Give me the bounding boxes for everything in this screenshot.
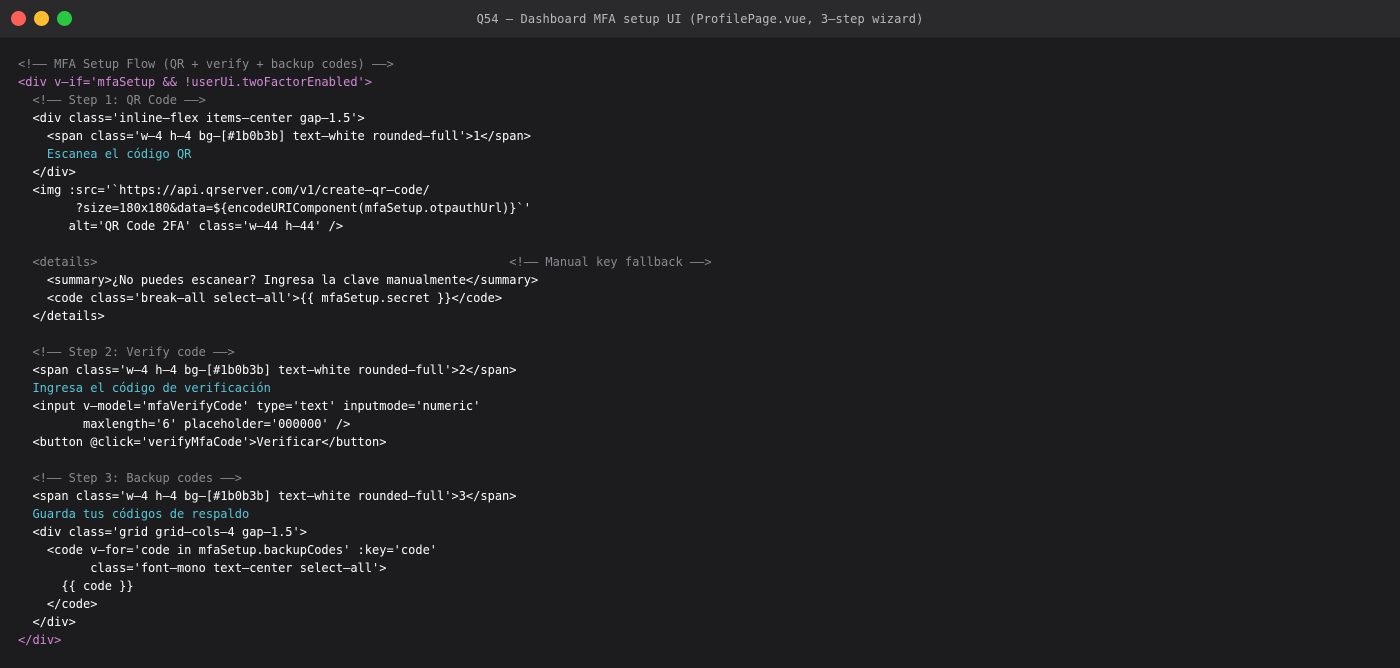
code-line: <div class='inline—flex items—center gap… <box>18 111 365 125</box>
code-line: class='font—mono text—center select—all'… <box>18 561 387 575</box>
code-line: <button @click='verifyMfaCode'>Verificar… <box>18 435 387 449</box>
code-line: <code v—for='code in mfaSetup.backupCode… <box>18 543 438 557</box>
code-line: <div class='grid grid—cols—4 gap—1.5'> <box>18 525 307 539</box>
code-line: </div> <box>18 615 76 629</box>
code-editor[interactable]: <!—— MFA Setup Flow (QR + verify + backu… <box>18 55 712 649</box>
code-line: <code class='break—all select—all'>{{ mf… <box>18 291 503 305</box>
code-line: <summary>¿No puedes escanear? Ingresa la… <box>18 273 539 287</box>
code-line: <details> <!—— Manual key fallback ——> <box>18 255 712 269</box>
code-line: <input v—model='mfaVerifyCode' type='tex… <box>18 399 481 413</box>
code-line: </details> <box>18 309 105 323</box>
code-line: </div> <box>18 165 76 179</box>
code-line: ?size=180x180&data=${encodeURIComponent(… <box>18 201 531 215</box>
code-line: </code> <box>18 597 98 611</box>
code-line: <img :src='`https://api.qrserver.com/v1/… <box>18 183 430 197</box>
code-line: <!—— Step 2: Verify code ——> <box>18 345 235 359</box>
window-controls <box>11 11 72 26</box>
close-window-button[interactable] <box>11 11 26 26</box>
code-line: <span class='w—4 h—4 bg—[#1b0b3b] text—w… <box>18 489 517 503</box>
code-line: <!—— Step 1: QR Code ——> <box>18 93 206 107</box>
code-line: {{ code }} <box>18 579 134 593</box>
window-title: Q54 — Dashboard MFA setup UI (ProfilePag… <box>476 11 924 26</box>
maximize-window-button[interactable] <box>57 11 72 26</box>
code-line: <span class='w—4 h—4 bg—[#1b0b3b] text—w… <box>18 363 517 377</box>
code-line: alt='QR Code 2FA' class='w—44 h—44' /> <box>18 219 344 233</box>
title-bar: Q54 — Dashboard MFA setup UI (ProfilePag… <box>0 0 1400 38</box>
code-window: Q54 — Dashboard MFA setup UI (ProfilePag… <box>0 0 1400 668</box>
code-line: <!—— Step 3: Backup codes ——> <box>18 471 242 485</box>
code-line: <span class='w—4 h—4 bg—[#1b0b3b] text—w… <box>18 129 531 143</box>
code-line: Ingresa el código de verificación <box>18 381 271 395</box>
code-line: maxlength='6' placeholder='000000' /> <box>18 417 351 431</box>
code-line: </div> <box>18 633 62 647</box>
code-line: <!—— MFA Setup Flow (QR + verify + backu… <box>18 57 394 71</box>
code-line: <div v—if='mfaSetup && !userUi.twoFactor… <box>18 75 373 89</box>
code-line: Escanea el código QR <box>18 147 192 161</box>
code-line: Guarda tus códigos de respaldo <box>18 507 250 521</box>
minimize-window-button[interactable] <box>34 11 49 26</box>
